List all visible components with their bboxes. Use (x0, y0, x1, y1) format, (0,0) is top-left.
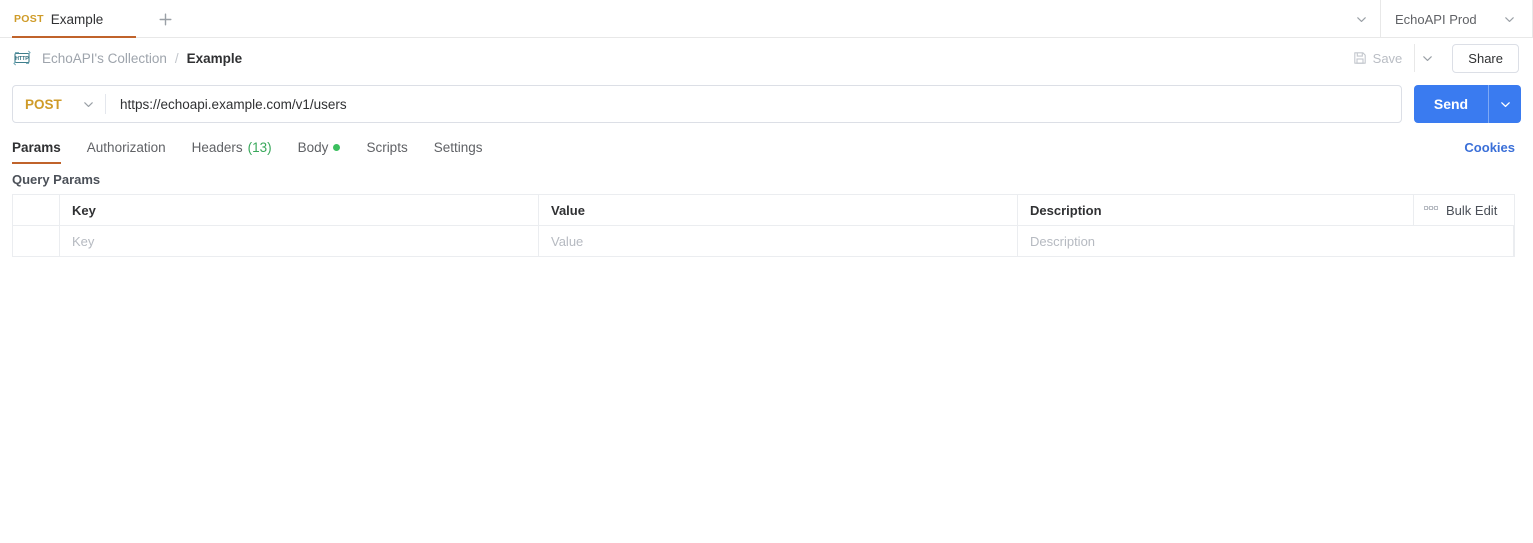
share-label: Share (1468, 50, 1503, 66)
query-params-table: Key Value Description Bulk Edit Key Valu… (12, 194, 1515, 257)
tab-bar: POST Example EchoAPI Prod (0, 0, 1533, 38)
cookies-link[interactable]: Cookies (1464, 140, 1521, 155)
tab-body[interactable]: Body (298, 130, 341, 164)
tab-title: Example (50, 11, 104, 27)
chevron-down-icon (1500, 101, 1510, 107)
row-value-input[interactable]: Value (539, 226, 1018, 256)
http-protocol-icon: HTTP (13, 50, 31, 66)
send-label: Send (1433, 96, 1469, 112)
tab-params-label: Params (12, 139, 61, 155)
tab-headers-label: Headers (191, 139, 243, 155)
tab-headers[interactable]: Headers (13) (192, 130, 272, 164)
tab-bar-right-controls: EchoAPI Prod (1342, 0, 1533, 38)
row-description-input[interactable]: Description (1018, 226, 1514, 256)
tab-settings[interactable]: Settings (434, 130, 483, 164)
list-lines-icon (1424, 205, 1438, 215)
tab-settings-label: Settings (433, 139, 483, 155)
environment-selector[interactable]: EchoAPI Prod (1380, 0, 1528, 38)
tab-headers-count: (13) (247, 139, 272, 155)
share-button[interactable]: Share (1452, 43, 1519, 73)
table-row[interactable]: Key Value Description (13, 226, 1514, 257)
save-button[interactable]: Save (1345, 44, 1411, 72)
chevron-down-icon (1505, 16, 1514, 22)
url-input[interactable] (106, 86, 1401, 122)
row-key-input[interactable]: Key (60, 226, 539, 256)
request-tab-example[interactable]: POST Example (0, 0, 148, 38)
plus-icon (159, 13, 171, 25)
row-checkbox-cell[interactable] (13, 226, 60, 256)
column-header-value: Value (539, 195, 1018, 225)
tab-scripts-label: Scripts (366, 139, 408, 155)
chevron-down-icon (1356, 16, 1366, 22)
breadcrumb-separator: / (174, 50, 179, 66)
send-button-group: Send (1414, 85, 1521, 123)
save-label: Save (1372, 50, 1403, 66)
bulk-edit-label: Bulk Edit (1446, 202, 1498, 218)
column-header-description: Description (1018, 195, 1414, 225)
method-selector[interactable]: POST (13, 86, 105, 122)
tab-params[interactable]: Params (12, 130, 61, 164)
svg-text:HTTP: HTTP (15, 56, 29, 62)
chevron-down-icon (1423, 55, 1433, 61)
request-section-tabs: Params Authorization Headers (13) Body S… (0, 130, 1533, 164)
save-options-button[interactable] (1414, 44, 1440, 72)
body-modified-dot-icon (333, 143, 341, 151)
breadcrumb-collection[interactable]: EchoAPI's Collection (42, 51, 167, 66)
floppy-disk-icon (1353, 52, 1366, 64)
url-row: POST Send (0, 78, 1533, 130)
method-label: POST (25, 96, 62, 112)
column-header-key: Key (60, 195, 539, 225)
tab-body-label: Body (297, 139, 329, 155)
table-header-row: Key Value Description Bulk Edit (13, 195, 1514, 226)
tab-scripts[interactable]: Scripts (366, 130, 407, 164)
breadcrumb-row: HTTP EchoAPI's Collection / Example Save… (0, 38, 1533, 78)
send-options-button[interactable] (1489, 85, 1521, 123)
select-all-column[interactable] (13, 195, 60, 225)
query-params-title: Query Params (12, 172, 101, 187)
tab-authorization-label: Authorization (86, 139, 166, 155)
tab-list-dropdown-button[interactable] (1342, 0, 1380, 38)
new-tab-button[interactable] (148, 0, 182, 38)
url-bar: POST (12, 85, 1402, 123)
tab-method-badge: POST (14, 13, 44, 25)
breadcrumb-current[interactable]: Example (187, 51, 243, 66)
chevron-down-icon (84, 101, 93, 107)
tab-authorization[interactable]: Authorization (87, 130, 166, 164)
send-button[interactable]: Send (1414, 85, 1488, 123)
tab-bar-spacer (182, 0, 1342, 37)
bulk-edit-button[interactable]: Bulk Edit (1414, 195, 1514, 225)
environment-name: EchoAPI Prod (1395, 11, 1477, 27)
